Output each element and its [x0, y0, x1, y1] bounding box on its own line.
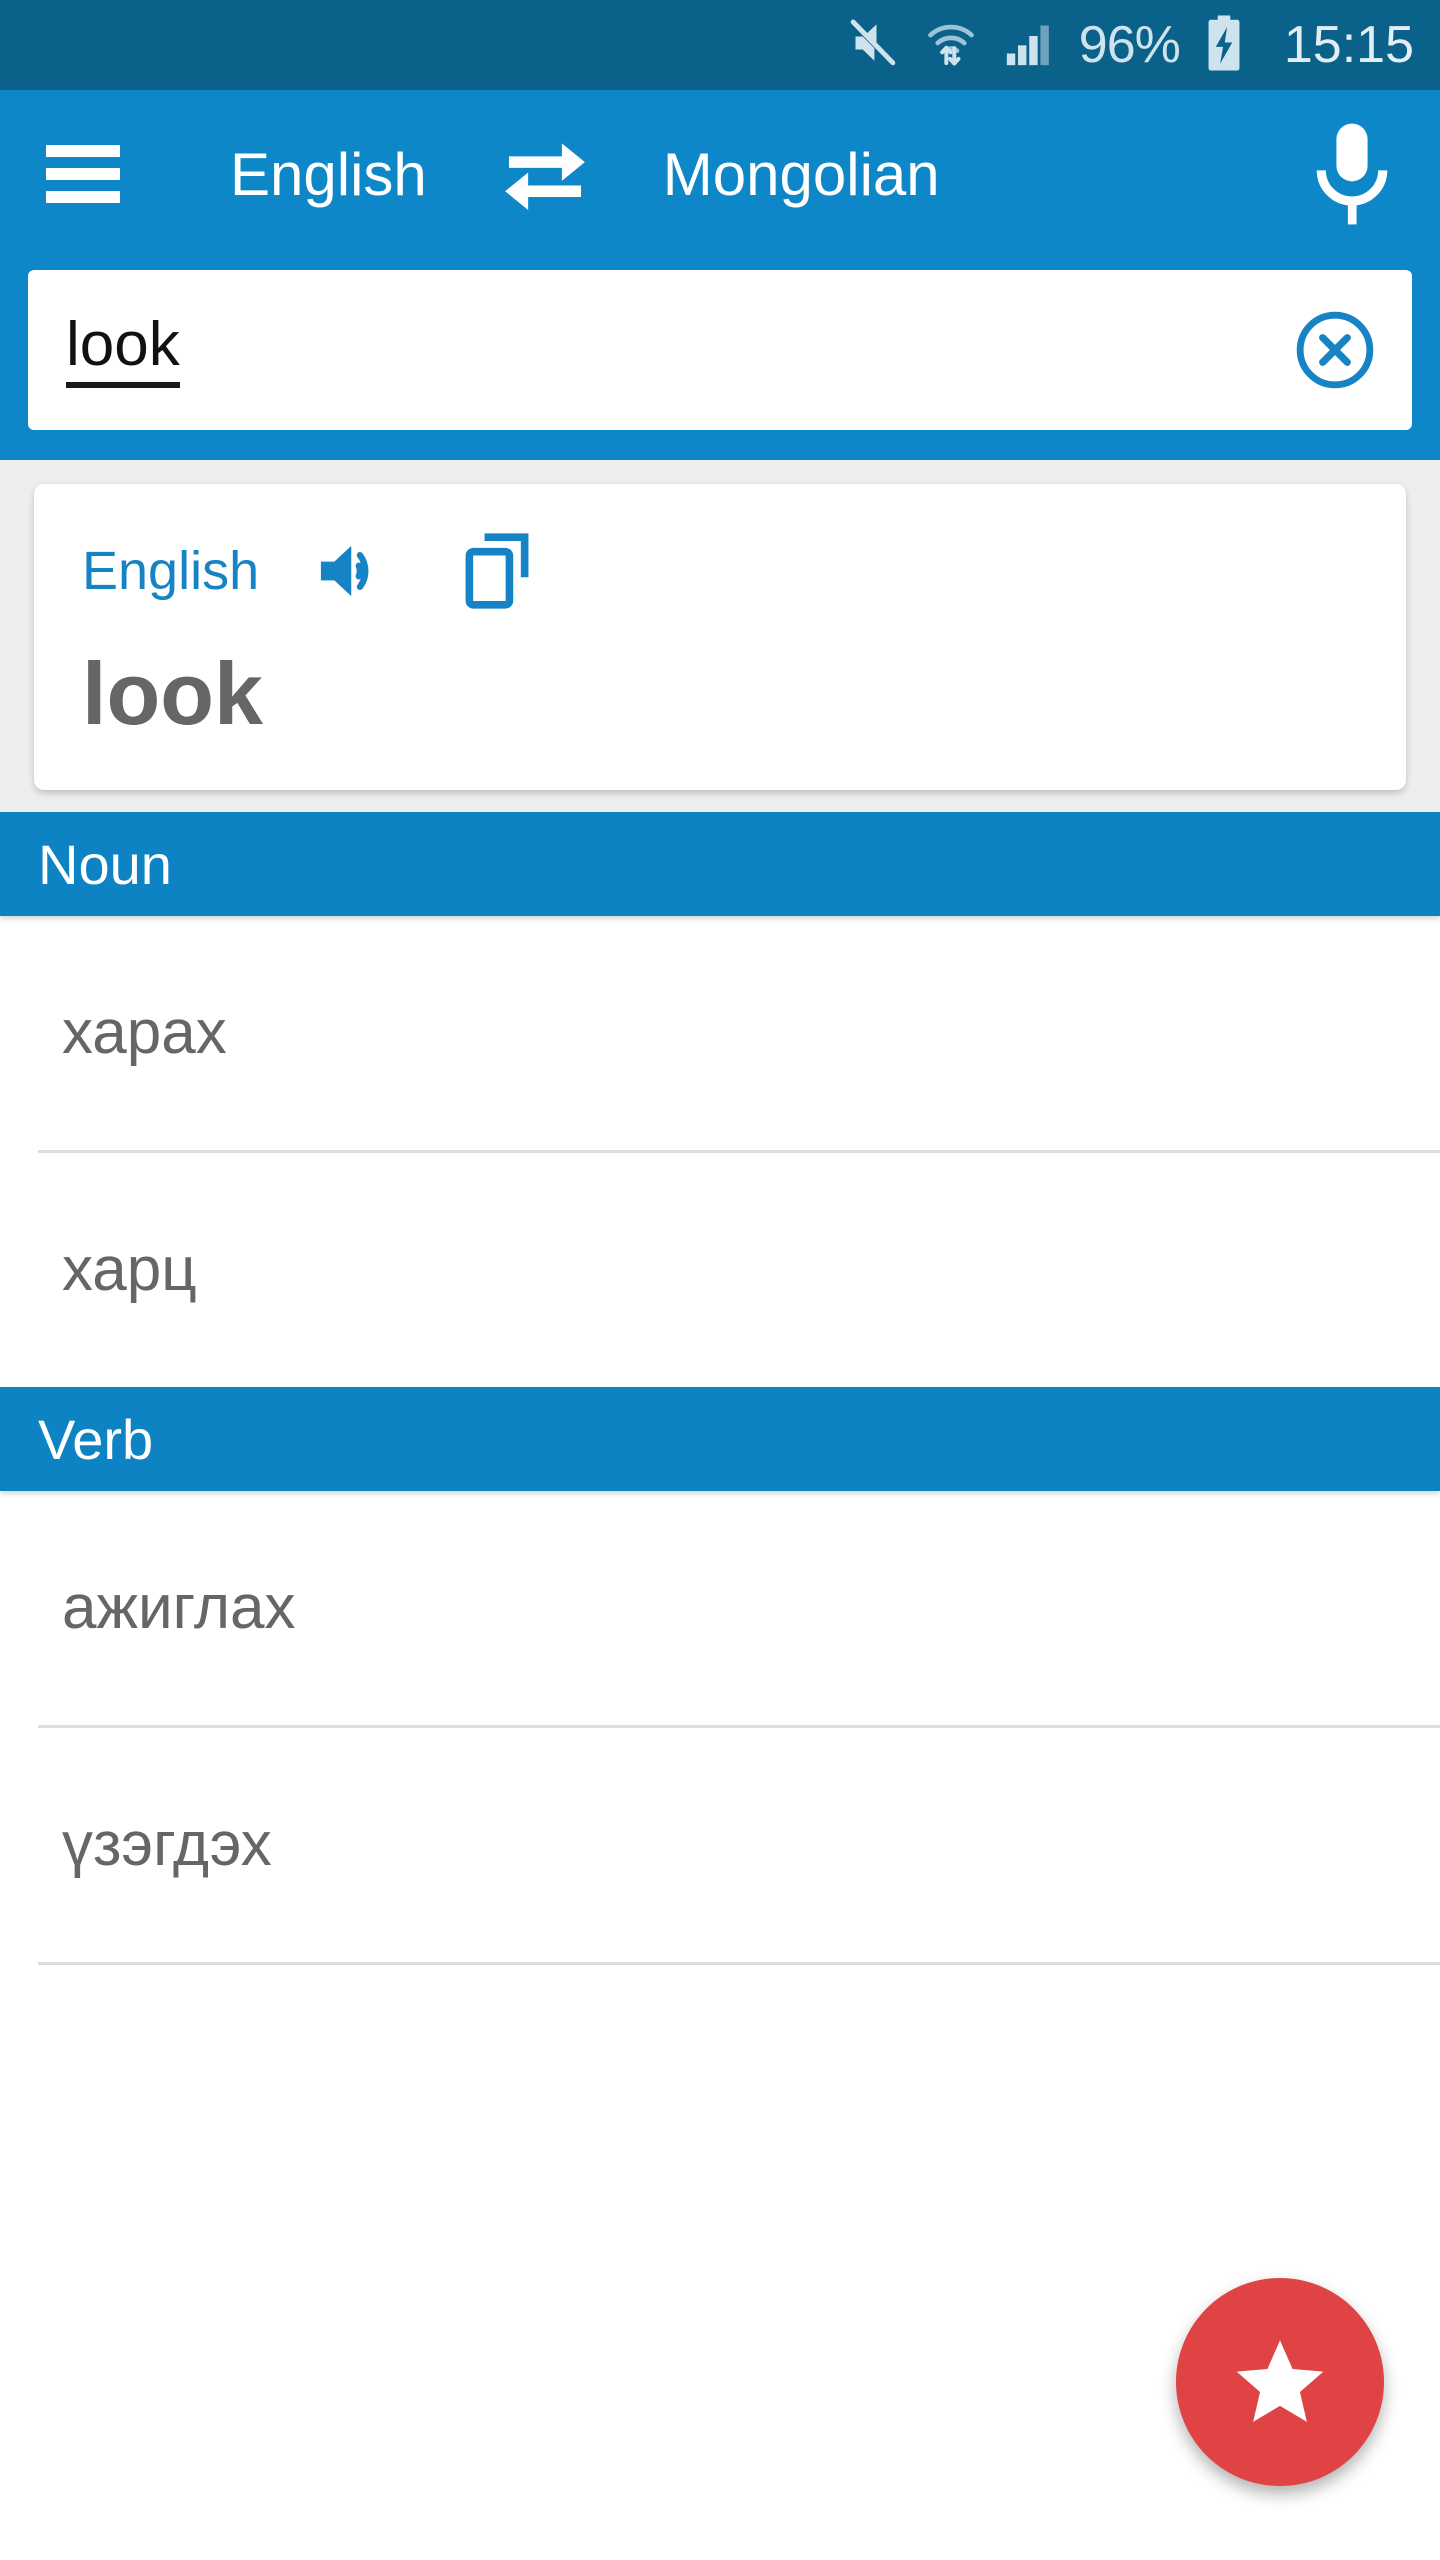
- search-input[interactable]: look: [66, 312, 180, 388]
- search-input-wrapper[interactable]: look: [28, 270, 1412, 430]
- speak-word-button[interactable]: [315, 536, 391, 606]
- headword-card: English look: [34, 484, 1406, 791]
- content-area: English look Noun харах харц Verb ажигла…: [0, 460, 1440, 2560]
- list-item[interactable]: үзэгдэх: [0, 1728, 1440, 1962]
- status-bar: 96% 15:15: [0, 0, 1440, 90]
- entry-list-noun: харах харц: [0, 916, 1440, 1388]
- translation-text: харах: [62, 998, 227, 1068]
- battery-charging-icon: [1202, 14, 1246, 77]
- headword-card-area: English look: [0, 460, 1440, 813]
- translation-text: үзэгдэх: [62, 1810, 272, 1880]
- source-language-button[interactable]: English: [230, 140, 427, 209]
- headword-card-meta: English: [82, 528, 1358, 614]
- headword-text: look: [82, 644, 263, 743]
- star-icon: [1236, 2340, 1324, 2422]
- microphone-icon: [1316, 123, 1388, 225]
- copy-word-button[interactable]: [459, 529, 535, 613]
- app-bar-row: English Mongolian: [0, 98, 1440, 250]
- target-language-button[interactable]: Mongolian: [663, 140, 940, 209]
- entry-list-verb: ажиглах үзэгдэх: [0, 1491, 1440, 1966]
- clear-circle-icon: [1296, 311, 1374, 389]
- section-header-noun: Noun: [0, 812, 1440, 917]
- hamburger-bar: [46, 191, 120, 203]
- hamburger-bar: [46, 145, 120, 157]
- speaker-icon: [321, 545, 369, 597]
- status-icons: 96% 15:15: [845, 14, 1414, 77]
- translation-text: харц: [62, 1235, 197, 1305]
- list-item[interactable]: харц: [0, 1153, 1440, 1387]
- wifi-icon: [923, 15, 979, 76]
- swap-languages-button[interactable]: [499, 135, 591, 213]
- headword-language-label: English: [82, 541, 260, 601]
- app-bar: English Mongolian look: [0, 90, 1440, 460]
- hamburger-bar: [46, 168, 120, 180]
- copy-icon: [465, 533, 529, 609]
- translation-text: ажиглах: [62, 1573, 296, 1643]
- list-item[interactable]: ажиглах: [0, 1491, 1440, 1725]
- clock-label: 15:15: [1283, 16, 1414, 74]
- section-header-verb: Verb: [0, 1387, 1440, 1492]
- hamburger-menu-icon[interactable]: [46, 145, 120, 203]
- mute-icon: [845, 15, 901, 76]
- signal-icon: [1001, 15, 1057, 76]
- favorite-fab-button[interactable]: [1176, 2278, 1384, 2486]
- search-bar-container: look: [0, 250, 1440, 460]
- battery-percent-label: 96%: [1078, 16, 1181, 74]
- swap-horizontal-icon: [504, 143, 585, 211]
- app-screen: 96% 15:15 English Mongolian look English…: [0, 0, 1440, 2560]
- list-divider: [38, 1962, 1440, 1966]
- list-item[interactable]: харах: [0, 916, 1440, 1150]
- voice-input-button[interactable]: [1310, 119, 1394, 229]
- clear-search-button[interactable]: [1294, 309, 1376, 391]
